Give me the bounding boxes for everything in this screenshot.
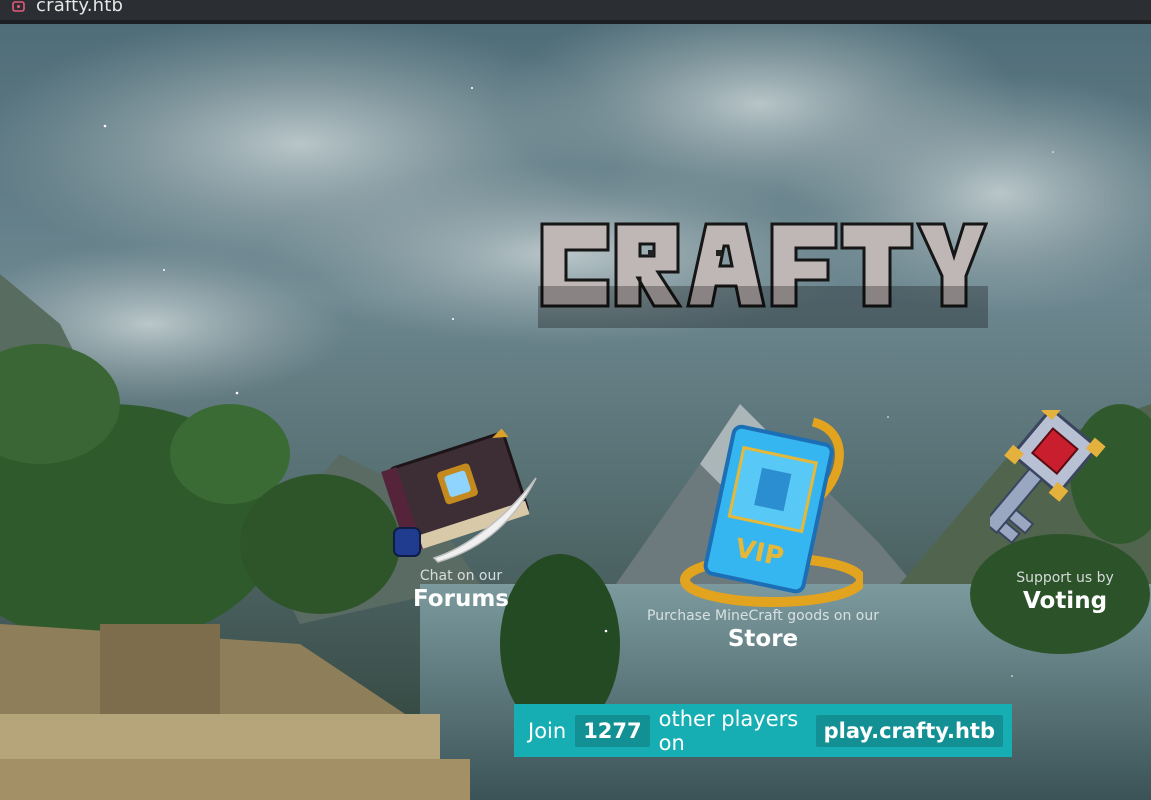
- voting-link[interactable]: Voting: [990, 588, 1140, 614]
- forums-card[interactable]: Chat on our Forums: [360, 408, 562, 612]
- forums-subtitle: Chat on our: [419, 568, 503, 584]
- book-quill-icon: [381, 428, 537, 563]
- store-link[interactable]: Store: [628, 626, 898, 652]
- join-prefix-text: Join: [528, 718, 567, 743]
- online-players-count: 1277: [575, 714, 650, 747]
- vip-ticket-icon: VIP: [680, 417, 863, 607]
- key-icon: [990, 410, 1106, 545]
- store-subtitle: Purchase MineCraft goods on our: [647, 608, 879, 624]
- browser-tab-bar: crafty.htb: [0, 0, 1151, 24]
- browser-tab-title[interactable]: crafty.htb: [36, 0, 123, 15]
- forums-link[interactable]: Forums: [360, 586, 562, 612]
- crafty-logo[interactable]: [538, 220, 988, 328]
- store-card[interactable]: VIP Purchase MineCraft goods on our Stor…: [628, 412, 898, 652]
- voting-card[interactable]: Support us by Voting: [990, 410, 1140, 614]
- server-address[interactable]: play.crafty.htb: [815, 714, 1003, 747]
- hero-scene: Chat on our Forums VIP Purchase MineCraf…: [0, 24, 1151, 800]
- page-favicon-icon: [12, 1, 25, 12]
- join-middle-text: other players on: [658, 706, 799, 755]
- minecraft-landscape-background: [0, 24, 1151, 800]
- voting-subtitle: Support us by: [1016, 570, 1114, 586]
- join-server-banner: Join 1277 other players on play.crafty.h…: [514, 704, 1012, 757]
